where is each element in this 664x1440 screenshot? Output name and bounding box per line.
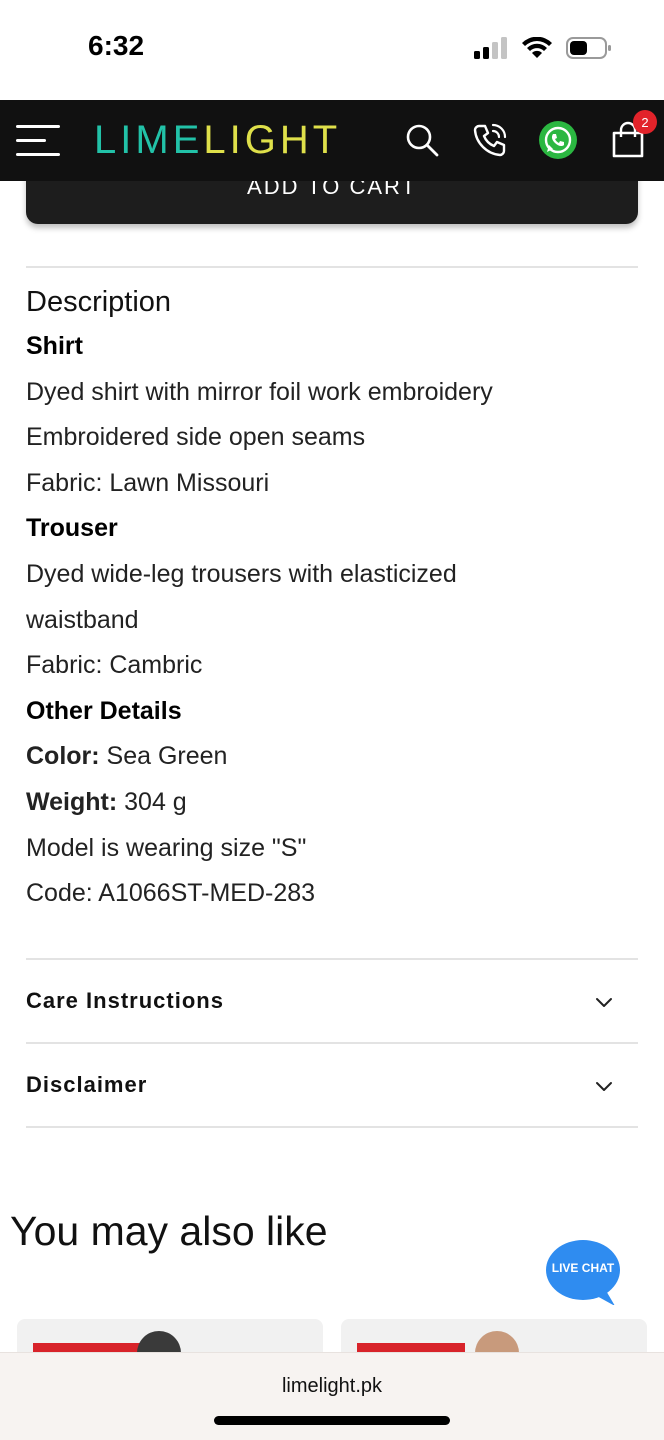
desc-section-shirt: Shirt [26,332,83,360]
desc-line: Model is wearing size "S" [26,833,307,862]
accordion-disclaimer[interactable]: Disclaimer [26,1044,638,1128]
phone-icon[interactable] [470,120,510,160]
url-text: limelight.pk [281,1375,383,1397]
battery-icon [566,37,611,59]
desc-line: Dyed shirt with mirror foil work embroid… [26,377,493,406]
status-time: 6:32 [88,30,145,61]
home-indicator[interactable] [214,1416,450,1425]
desc-line: Fabric: Lawn Missouri [26,468,270,497]
chevron-down-icon [596,998,612,1007]
site-logo[interactable]: LIMELIGHT [94,118,341,163]
description-heading: Description [26,286,172,318]
divider [26,266,638,268]
desc-section-other-details: Other Details [26,696,182,725]
menu-icon[interactable] [16,122,62,158]
desc-line: Code: A1066ST-MED-283 [26,879,316,908]
desc-color-row: Color: Sea Green [26,734,626,780]
site-header: LIMELIGHT [0,100,664,181]
recommendations-heading: You may also like [10,1208,328,1254]
live-chat-label: LIVE CHAT [551,1261,615,1275]
description-body: Shirt Dyed shirt with mirror foil work e… [26,324,626,917]
desc-line: waistband [26,605,139,634]
cellular-signal-icon [474,37,507,59]
whatsapp-icon[interactable] [538,120,578,160]
desc-line: Dyed wide-leg trousers with elasticized [26,559,457,588]
browser-url-bar[interactable]: limelight.pk [0,1352,664,1440]
status-icons [474,36,612,60]
accordion-label: Care Instructions [26,988,224,1013]
logo-text-m: M [135,118,173,162]
search-icon[interactable] [402,120,442,160]
chevron-down-icon [596,1082,612,1091]
desc-section-trouser: Trouser [26,514,118,543]
accordion-care-instructions[interactable]: Care Instructions [26,960,638,1044]
cart-count-badge: 2 [633,110,657,134]
desc-color-value: Sea Green [99,742,228,771]
accordion-label: Disclaimer [26,1072,148,1097]
logo-text-e: E [172,118,204,162]
desc-weight-value: 304 g [117,787,187,816]
desc-line: Embroidered side open seams [26,423,366,452]
desc-weight-key: Weight: [26,787,118,816]
desc-line: Fabric: Cambric [26,651,203,680]
live-chat-button[interactable]: LIVE CHAT [545,1239,621,1306]
logo-text-li: LI [94,118,136,162]
wifi-icon [522,37,552,58]
status-bar: 6:32 [0,0,664,100]
divider [26,1126,638,1128]
logo-text-light: LIGHT [203,118,342,162]
desc-weight-row: Weight: 304 g [26,780,626,826]
desc-color-key: Color: [26,742,100,771]
